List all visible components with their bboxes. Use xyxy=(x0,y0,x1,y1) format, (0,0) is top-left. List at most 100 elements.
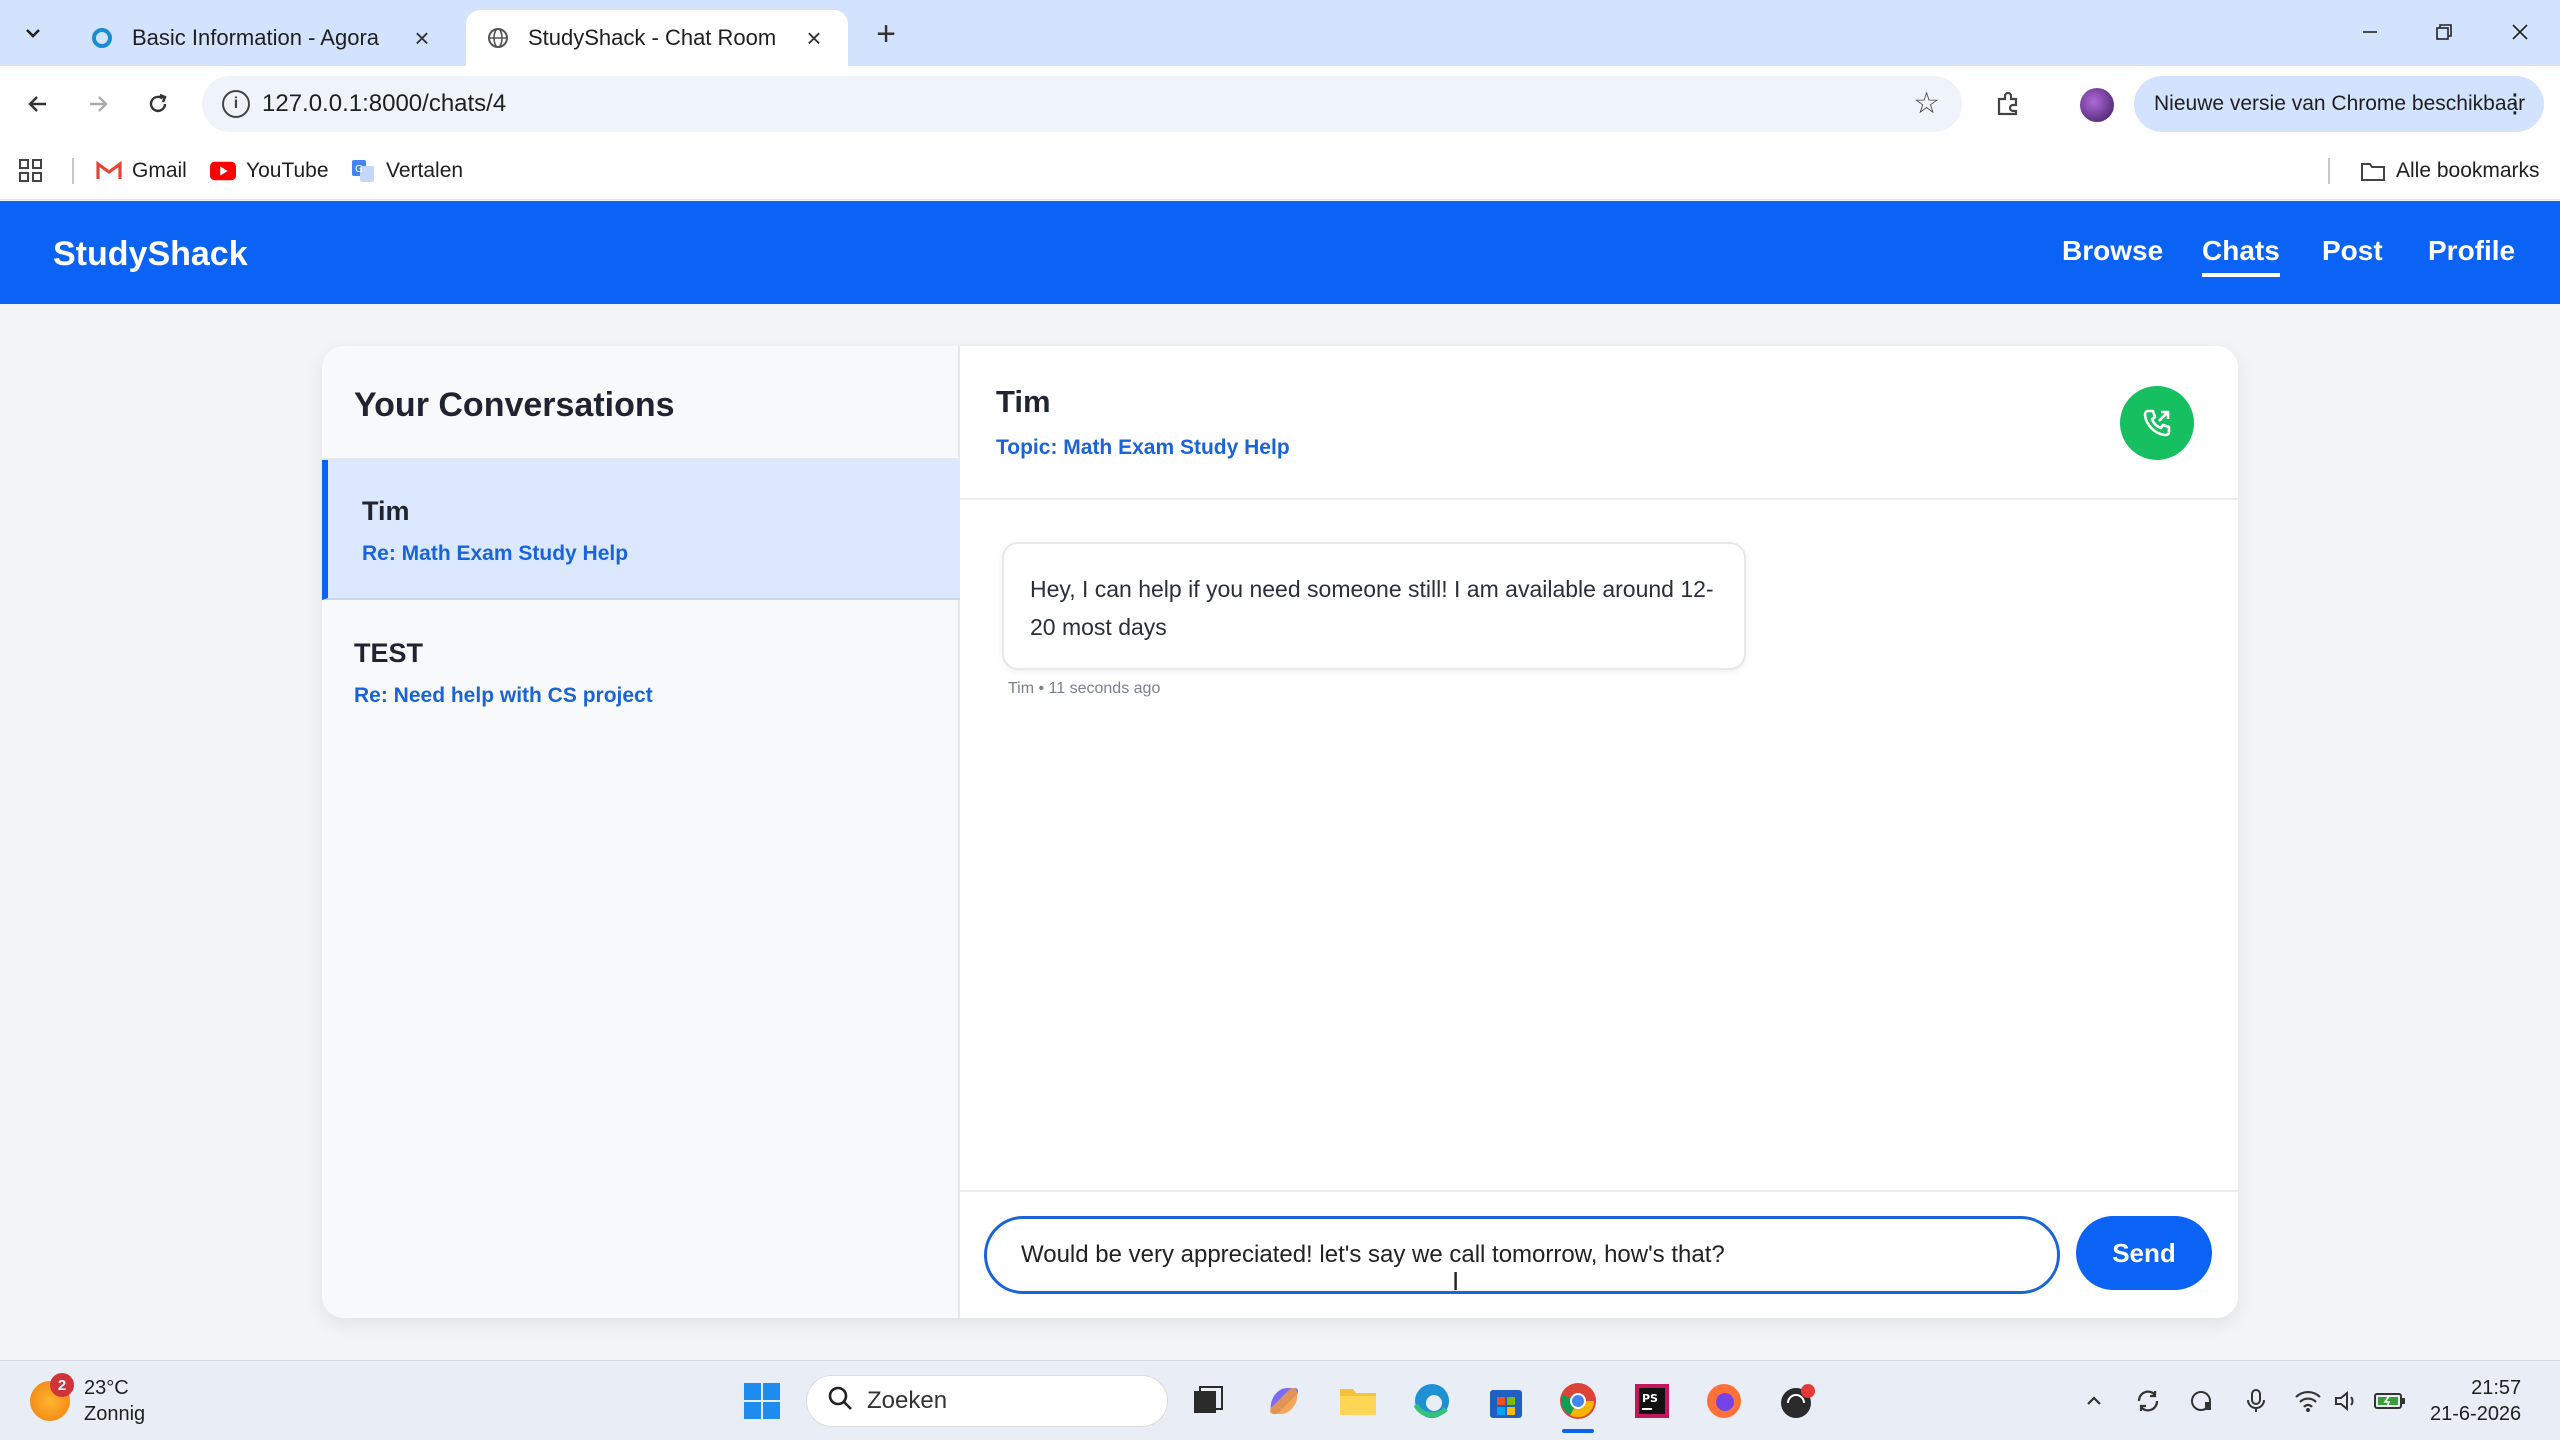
system-clock[interactable]: 21:57 21-6-2026 xyxy=(2430,1375,2521,1427)
update-label: Nieuwe versie van Chrome beschikbaar xyxy=(2154,92,2526,115)
sidebar-title: Your Conversations xyxy=(354,386,675,424)
nav-profile[interactable]: Profile xyxy=(2428,235,2515,267)
svg-text:PS: PS xyxy=(1642,1392,1658,1405)
message-list: Hey, I can help if you need someone stil… xyxy=(960,500,2238,1190)
conversation-topic: Re: Need help with CS project xyxy=(354,684,653,707)
bookmarks-bar: Gmail YouTube G Vertalen Alle bookmarks xyxy=(0,142,2560,200)
notification-badge: 2 xyxy=(50,1373,74,1397)
microsoft-store-icon[interactable] xyxy=(1482,1377,1530,1425)
tab-close-icon[interactable]: × xyxy=(408,23,436,53)
message-input[interactable] xyxy=(984,1216,2060,1294)
conversation-item-test[interactable]: TEST Re: Need help with CS project xyxy=(322,602,960,742)
browser-tab-strip: Basic Information - Agora × StudyShack -… xyxy=(0,0,2560,66)
clock-time: 21:57 xyxy=(2471,1377,2522,1399)
sun-icon: 2 xyxy=(30,1373,74,1421)
vpn-shield-icon[interactable] xyxy=(2184,1383,2220,1419)
weather-description: Zonnig xyxy=(84,1403,146,1425)
profile-avatar[interactable] xyxy=(2080,88,2114,122)
message-meta: Tim • 11 seconds ago xyxy=(1008,680,1161,697)
minimize-icon[interactable] xyxy=(2340,10,2400,54)
start-windows-icon[interactable] xyxy=(738,1377,786,1425)
agora-favicon-icon xyxy=(90,26,114,50)
edge-browser-icon[interactable] xyxy=(1408,1377,1456,1425)
clock-date: 21-6-2026 xyxy=(2430,1403,2522,1425)
chrome-browser-icon[interactable] xyxy=(1554,1377,1602,1425)
search-placeholder: Zoeken xyxy=(867,1387,948,1414)
chat-header: Tim Topic: Math Exam Study Help xyxy=(960,346,2238,500)
search-icon xyxy=(827,1385,853,1418)
sync-icon[interactable] xyxy=(2130,1383,2166,1419)
browser-tab-studyshack[interactable]: StudyShack - Chat Room × xyxy=(466,10,848,66)
chevron-up-icon[interactable] xyxy=(2076,1383,2112,1419)
nav-post[interactable]: Post xyxy=(2322,235,2383,267)
copilot-icon[interactable] xyxy=(1260,1377,1308,1425)
bookmark-youtube[interactable]: YouTube xyxy=(210,156,329,186)
reload-icon[interactable] xyxy=(138,84,178,124)
close-window-icon[interactable] xyxy=(2490,10,2550,54)
wifi-icon[interactable] xyxy=(2290,1383,2326,1419)
file-explorer-icon[interactable] xyxy=(1334,1377,1382,1425)
bookmark-label: YouTube xyxy=(246,159,329,182)
chrome-update-button[interactable]: Nieuwe versie van Chrome beschikbaar ⋮ xyxy=(2134,76,2544,132)
bookmark-gmail[interactable]: Gmail xyxy=(96,156,187,186)
call-button[interactable] xyxy=(2120,386,2194,460)
gmail-icon xyxy=(96,160,122,182)
restore-icon[interactable] xyxy=(2414,10,2474,54)
brand-logo[interactable]: StudyShack xyxy=(53,235,248,274)
bookmarks-divider xyxy=(2328,158,2330,184)
weather-temperature: 23°C xyxy=(84,1377,129,1399)
more-menu-icon[interactable]: ⋮ xyxy=(2502,88,2528,119)
back-arrow-icon[interactable] xyxy=(18,84,58,124)
app-navbar: StudyShack Browse Chats Post Profile xyxy=(0,201,2560,304)
windows-taskbar: 2 23°C Zonnig Zoeken PS 21:57 21-6-2026 xyxy=(0,1360,2560,1440)
chat-topic: Topic: Math Exam Study Help xyxy=(996,436,1290,459)
all-bookmarks-button[interactable]: Alle bookmarks xyxy=(2360,156,2540,186)
all-bookmarks-label: Alle bookmarks xyxy=(2396,159,2540,182)
bookmark-vertalen[interactable]: G Vertalen xyxy=(350,156,463,186)
conversation-item-tim[interactable]: Tim Re: Math Exam Study Help xyxy=(322,460,960,600)
new-tab-button[interactable]: + xyxy=(866,14,906,54)
tab-title: Basic Information - Agora xyxy=(132,25,380,50)
firefox-icon[interactable] xyxy=(1700,1377,1748,1425)
browser-toolbar: i 127.0.0.1:8000/chats/4 ☆ Nieuwe versie… xyxy=(0,66,2560,142)
volume-icon[interactable] xyxy=(2328,1383,2364,1419)
youtube-icon xyxy=(210,160,236,182)
chat-panel: Your Conversations Tim Re: Math Exam Stu… xyxy=(322,346,2238,1318)
microphone-icon[interactable] xyxy=(2238,1383,2274,1419)
task-view-icon[interactable] xyxy=(1184,1377,1232,1425)
chevron-down-icon xyxy=(26,29,40,38)
svg-text:G: G xyxy=(355,164,363,175)
bookmark-label: Gmail xyxy=(132,159,187,182)
weather-widget[interactable]: 2 23°C Zonnig xyxy=(30,1373,145,1429)
send-button[interactable]: Send xyxy=(2076,1216,2212,1290)
url-text: 127.0.0.1:8000/chats/4 xyxy=(262,90,507,117)
address-bar[interactable]: i 127.0.0.1:8000/chats/4 ☆ xyxy=(202,76,1962,132)
browser-tab-agora[interactable]: Basic Information - Agora × xyxy=(70,10,456,66)
bookmark-star-icon[interactable]: ☆ xyxy=(1913,86,1940,121)
chat-partner-name: Tim xyxy=(996,384,1051,419)
text-cursor-icon: I xyxy=(1452,1266,1460,1296)
bookmark-label: Vertalen xyxy=(386,159,464,182)
tab-title: StudyShack - Chat Room xyxy=(528,25,777,50)
active-app-indicator xyxy=(1562,1429,1594,1433)
tab-search-button[interactable] xyxy=(12,14,54,52)
nav-chats[interactable]: Chats xyxy=(2202,235,2280,277)
conversation-name: TEST xyxy=(354,638,424,668)
conversation-topic: Re: Math Exam Study Help xyxy=(362,542,629,565)
nav-browse[interactable]: Browse xyxy=(2062,235,2163,267)
forward-arrow-icon[interactable] xyxy=(78,84,118,124)
bookmarks-divider xyxy=(72,158,74,184)
battery-charging-icon[interactable] xyxy=(2372,1383,2408,1419)
message-composer: Send xyxy=(960,1190,2238,1318)
tab-close-icon[interactable]: × xyxy=(800,23,828,53)
extensions-puzzle-icon[interactable] xyxy=(1990,86,2026,122)
taskbar-search[interactable]: Zoeken xyxy=(806,1375,1168,1427)
apps-grid-icon[interactable] xyxy=(18,156,44,186)
phone-call-icon xyxy=(2143,409,2171,437)
app-with-notification-icon[interactable] xyxy=(1774,1377,1822,1425)
translate-icon: G xyxy=(350,160,376,182)
phpstorm-icon[interactable]: PS xyxy=(1628,1377,1676,1425)
message-bubble: Hey, I can help if you need someone stil… xyxy=(1002,542,1746,670)
site-info-icon[interactable]: i xyxy=(222,90,250,118)
globe-favicon-icon xyxy=(486,26,510,50)
